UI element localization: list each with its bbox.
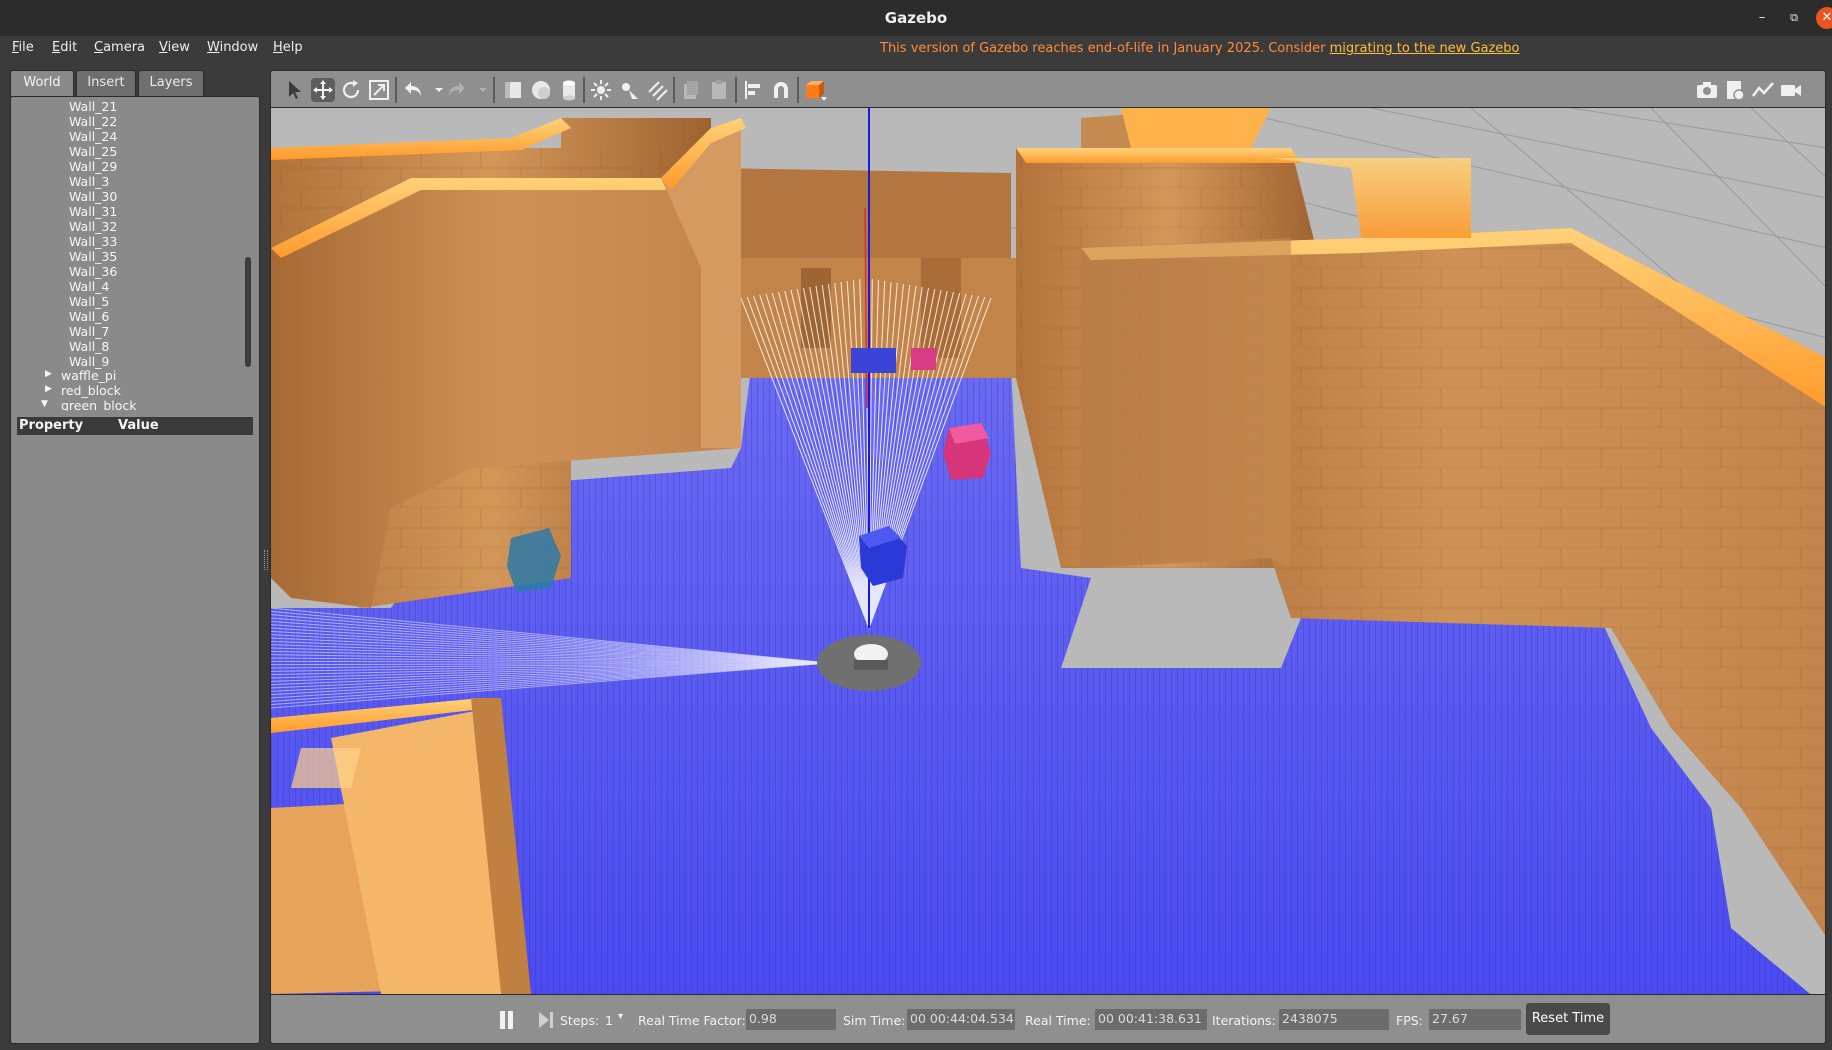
steps-label: Steps: — [560, 1013, 600, 1028]
plot-icon[interactable] — [1751, 78, 1775, 102]
tree-item-wall[interactable]: Wall_5 — [69, 294, 109, 309]
window-title: Gazebo — [884, 9, 948, 27]
step-icon[interactable] — [537, 1011, 555, 1029]
translate-icon[interactable] — [311, 78, 335, 102]
iterations-value: 2438075 — [1279, 1009, 1389, 1030]
menu-edit[interactable]: Edit — [52, 40, 77, 55]
collapsed-arrow-icon[interactable]: ▶ — [45, 369, 52, 379]
sim-time-label: Sim Time: — [843, 1013, 906, 1028]
cylinder-icon[interactable] — [557, 78, 581, 102]
sphere-icon[interactable] — [529, 78, 553, 102]
main-toolbar — [270, 70, 1826, 108]
collapsed-arrow-icon[interactable]: ▶ — [45, 384, 52, 394]
tree-item-wall[interactable]: Wall_21 — [69, 99, 117, 114]
view-angle-icon[interactable] — [803, 78, 827, 102]
snap-icon[interactable] — [769, 78, 793, 102]
expanded-arrow-icon[interactable]: ▼ — [41, 399, 48, 409]
red-block-far[interactable] — [911, 348, 936, 370]
reset-time-button[interactable]: Reset Time — [1526, 1003, 1610, 1035]
fps-label: FPS: — [1396, 1013, 1423, 1028]
menu-bar: File Edit Camera View Window Help This v… — [0, 36, 1832, 60]
tab-insert[interactable]: Insert — [76, 70, 136, 96]
redo-icon[interactable] — [445, 78, 469, 102]
tree-item-wall[interactable]: Wall_30 — [69, 189, 117, 204]
tree-item-wall[interactable]: Wall_35 — [69, 249, 117, 264]
value-column-label: Value — [118, 418, 159, 433]
real-time-value: 00 00:41:38.631 — [1095, 1009, 1207, 1030]
scene-render — [271, 108, 1825, 994]
tab-layers[interactable]: Layers — [138, 70, 204, 96]
tree-item-wall[interactable]: Wall_36 — [69, 264, 117, 279]
tab-world[interactable]: World — [10, 70, 74, 96]
property-column-label: Property — [19, 418, 84, 433]
real-time-label: Real Time: — [1025, 1013, 1091, 1028]
screenshot-icon[interactable] — [1695, 78, 1719, 102]
undo-dropdown-icon[interactable] — [427, 78, 443, 102]
scale-icon[interactable] — [367, 78, 391, 102]
gazebo-window: Gazebo – ⧉ ✕ File Edit Camera View Windo… — [0, 0, 1832, 1050]
maximize-icon[interactable]: ⧉ — [1784, 8, 1804, 28]
tree-item-wall[interactable]: Wall_3 — [69, 174, 109, 189]
sim-time-value: 00 00:44:04.534 — [907, 1009, 1015, 1030]
menu-view[interactable]: View — [159, 40, 190, 55]
fps-value: 27.67 — [1429, 1009, 1521, 1030]
tree-item-wall[interactable]: Wall_6 — [69, 309, 109, 324]
close-icon[interactable]: ✕ — [1816, 7, 1832, 29]
simulation-bar: Steps: 1 ▾ Real Time Factor: 0.98 Sim Ti… — [270, 994, 1826, 1044]
model-tree: Wall_21 Wall_22 Wall_24 Wall_25 Wall_29 Wall_… — [11, 97, 249, 411]
align-icon[interactable] — [741, 78, 765, 102]
blue-block-far[interactable] — [851, 348, 896, 373]
point-light-icon[interactable] — [589, 78, 613, 102]
tree-item-wall[interactable]: Wall_32 — [69, 219, 117, 234]
tree-item-wall[interactable]: Wall_33 — [69, 234, 117, 249]
paste-icon[interactable] — [707, 78, 731, 102]
record-video-icon[interactable] — [1779, 78, 1803, 102]
tree-item-waffle-pi[interactable]: waffle_pi — [61, 368, 116, 383]
world-panel: Wall_21 Wall_22 Wall_24 Wall_25 Wall_29 Wall_… — [10, 96, 260, 1044]
select-arrow-icon[interactable] — [283, 78, 307, 102]
3d-viewport[interactable] — [270, 108, 1826, 994]
tree-item-red-block[interactable]: red_block — [61, 383, 121, 398]
rotate-icon[interactable] — [339, 78, 363, 102]
tree-item-wall[interactable]: Wall_22 — [69, 114, 117, 129]
title-bar: Gazebo – ⧉ ✕ — [0, 0, 1832, 36]
tree-item-wall[interactable]: Wall_24 — [69, 129, 117, 144]
tree-item-wall[interactable]: Wall_25 — [69, 144, 117, 159]
copy-icon[interactable] — [679, 78, 703, 102]
rtf-value: 0.98 — [746, 1009, 836, 1030]
tree-item-wall[interactable]: Wall_31 — [69, 204, 117, 219]
minimize-icon[interactable]: – — [1752, 8, 1772, 28]
tree-item-wall[interactable]: Wall_9 — [69, 354, 109, 369]
redo-dropdown-icon[interactable] — [471, 78, 487, 102]
tree-item-wall[interactable]: Wall_7 — [69, 324, 109, 339]
tree-item-wall[interactable]: Wall_4 — [69, 279, 109, 294]
box-icon[interactable] — [501, 78, 525, 102]
tree-item-wall[interactable]: Wall_29 — [69, 159, 117, 174]
migrate-link[interactable]: migrating to the new Gazebo — [1330, 41, 1520, 56]
steps-dropdown-icon[interactable]: ▾ — [618, 1011, 623, 1022]
spot-light-icon[interactable] — [617, 78, 641, 102]
rtf-label: Real Time Factor: — [638, 1013, 746, 1028]
undo-icon[interactable] — [401, 78, 425, 102]
eol-notice: This version of Gazebo reaches end-of-li… — [880, 41, 1520, 56]
directional-light-icon[interactable] — [645, 78, 669, 102]
property-header: Property Value — [17, 417, 253, 435]
tree-scrollbar[interactable] — [245, 257, 251, 367]
panel-splitter[interactable] — [264, 550, 268, 570]
menu-window[interactable]: Window — [207, 40, 258, 55]
menu-help[interactable]: Help — [273, 40, 303, 55]
menu-camera[interactable]: Camera — [94, 40, 145, 55]
tree-item-wall[interactable]: Wall_8 — [69, 339, 109, 354]
menu-file[interactable]: File — [12, 40, 34, 55]
pause-icon[interactable] — [499, 1011, 515, 1029]
iterations-label: Iterations: — [1212, 1013, 1276, 1028]
tree-item-green-block[interactable]: green_block — [61, 398, 137, 411]
steps-value[interactable]: 1 — [605, 1013, 613, 1028]
log-icon[interactable] — [1723, 78, 1747, 102]
